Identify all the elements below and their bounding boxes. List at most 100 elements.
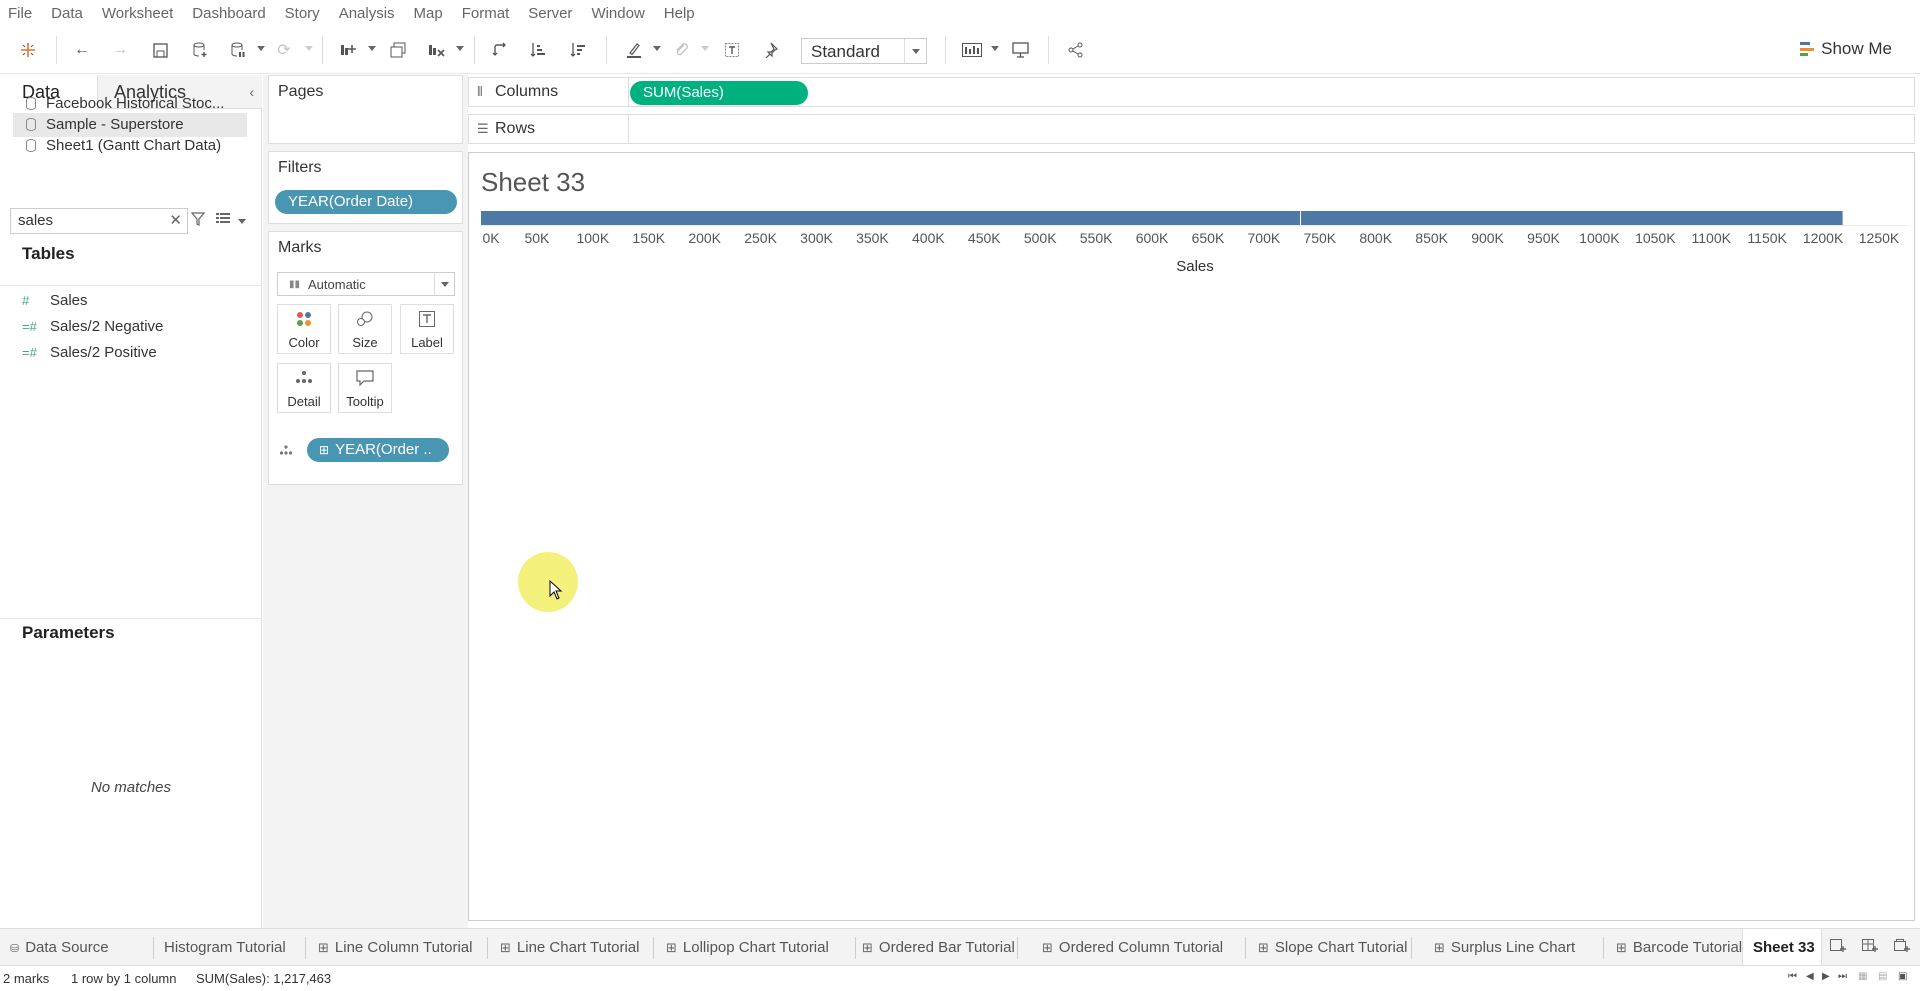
sheet-tab[interactable]: Histogram Tutorial [158, 929, 306, 966]
tooltip-button[interactable]: Tooltip [338, 363, 392, 413]
x-axis-title[interactable]: Sales [1176, 258, 1214, 275]
columns-pill[interactable]: SUM(Sales) [630, 81, 808, 105]
field-item[interactable]: =# Sales/2 Negative [22, 318, 163, 335]
worksheet-icon: ⊞ [1042, 940, 1053, 955]
undo-icon[interactable]: ← [70, 38, 94, 62]
list-view-icon[interactable]: ▤ [1878, 971, 1887, 982]
pages-card-title: Pages [278, 83, 324, 100]
filmstrip-view-icon[interactable]: ▣ [1898, 971, 1907, 982]
label-button[interactable]: Label [400, 304, 454, 354]
tableau-logo-icon[interactable] [16, 38, 40, 62]
sheet-tab-label: Ordered Column Tutorial [1058, 939, 1224, 956]
sheet-tab[interactable]: ⛁ Data Source [4, 929, 154, 966]
field-search-input[interactable]: sales ✕ [10, 208, 188, 234]
sheet-tab[interactable]: ⊞ Barcode Tutorial [1610, 929, 1742, 966]
menu-data[interactable]: Data [43, 5, 94, 22]
field-item[interactable]: =# Sales/2 Positive [22, 344, 157, 361]
pages-card[interactable]: Pages [268, 75, 463, 144]
new-dashboard-tab-icon[interactable] [1862, 939, 1878, 956]
fit-select[interactable]: Standard [801, 38, 927, 64]
menu-map[interactable]: Map [406, 5, 454, 22]
sheet-tab[interactable]: Sheet 33 [1742, 929, 1822, 966]
menu-analysis[interactable]: Analysis [331, 5, 406, 22]
sheet-tab[interactable]: ⊞ Ordered Column Tutorial [1036, 929, 1246, 966]
filter-pill[interactable]: YEAR(Order Date) [275, 190, 457, 214]
presentation-mode-icon[interactable] [1008, 38, 1032, 62]
filter-fields-icon[interactable] [190, 212, 206, 229]
sheet-tab[interactable]: ⊞ Line Chart Tutorial [494, 929, 654, 966]
data-source-label: Sheet1 (Gantt Chart Data) [46, 137, 222, 154]
mark-type-select[interactable]: ▮▮ Automatic [277, 272, 455, 296]
show-me-button[interactable]: Show Me [1800, 39, 1892, 59]
filters-card[interactable]: Filters YEAR(Order Date) [268, 151, 463, 224]
detail-label: Detail [287, 394, 321, 409]
save-icon[interactable] [148, 38, 172, 62]
duplicate-sheet-icon[interactable] [386, 38, 410, 62]
highlight-icon[interactable] [622, 38, 646, 62]
label-label: Label [411, 335, 443, 350]
show-mark-labels-icon[interactable] [720, 38, 744, 62]
marks-card-title: Marks [278, 239, 322, 256]
bar-segment[interactable] [481, 211, 1301, 225]
last-page-icon[interactable]: ⏭ [1838, 971, 1847, 982]
detail-icon [278, 370, 330, 388]
pause-updates-icon[interactable] [226, 38, 250, 62]
rows-icon: ☰ [477, 121, 489, 136]
grid-view-icon[interactable]: ▦ [1858, 971, 1867, 982]
menu-story[interactable]: Story [277, 5, 331, 22]
menu-server[interactable]: Server [520, 5, 583, 22]
data-source-item[interactable]: Sheet1 (Gantt Chart Data) [13, 134, 247, 158]
viz-area[interactable]: 0K 50K 100K 150K 200K 250K 300K 350K 400K 450K 500… [468, 152, 1915, 921]
menu-file[interactable]: File [0, 5, 43, 22]
refresh-icon[interactable]: ⟳ [272, 38, 296, 62]
sheet-tab[interactable]: ⊞ Ordered Bar Tutorial [856, 929, 1018, 966]
mouse-cursor-icon [549, 580, 563, 600]
clear-sheet-icon[interactable] [424, 38, 448, 62]
menu-window[interactable]: Window [583, 5, 655, 22]
view-fields-icon[interactable] [216, 212, 230, 227]
menu-dashboard[interactable]: Dashboard [184, 5, 276, 22]
detail-button[interactable]: Detail [277, 363, 331, 413]
chevron-down-icon[interactable] [238, 219, 246, 224]
sheet-tab[interactable]: ⊞ Slope Chart Tutorial [1252, 929, 1412, 966]
menu-help[interactable]: Help [656, 5, 706, 22]
field-search-value: sales [18, 212, 54, 229]
tooltip-icon [339, 370, 391, 390]
group-members-icon[interactable] [670, 38, 694, 62]
show-me-icon [1800, 42, 1815, 56]
redo-icon[interactable]: → [108, 38, 132, 62]
sort-descending-icon[interactable] [566, 38, 590, 62]
menu-bar: File Data Worksheet Dashboard Story Analysis M… [0, 0, 1920, 26]
next-page-icon[interactable]: ▶ [1822, 971, 1830, 982]
sort-ascending-icon[interactable] [526, 38, 550, 62]
rows-shelf[interactable]: ☰ Rows [468, 114, 1915, 144]
first-page-icon[interactable]: ⏮ [1788, 971, 1797, 982]
new-story-tab-icon[interactable] [1894, 939, 1910, 956]
fix-axes-pin-icon[interactable] [758, 38, 782, 62]
new-worksheet-tab-icon[interactable] [1830, 939, 1846, 956]
clear-search-icon[interactable]: ✕ [169, 211, 182, 229]
new-worksheet-icon[interactable] [336, 38, 360, 62]
marks-detail-pill[interactable]: ⊞ YEAR(Order .. [307, 438, 449, 462]
x-tick-label: 1000K [1579, 230, 1620, 246]
field-item[interactable]: # Sales [22, 292, 88, 309]
menu-worksheet[interactable]: Worksheet [94, 5, 184, 22]
sheet-tab[interactable]: ⊞ Line Column Tutorial [312, 929, 488, 966]
show-me-label: Show Me [1821, 39, 1892, 58]
new-data-source-icon[interactable] [188, 38, 212, 62]
prev-page-icon[interactable]: ◀ [1806, 971, 1814, 982]
columns-shelf[interactable]: ⦀ Columns SUM(Sales) [468, 77, 1915, 107]
sheet-tab[interactable]: ⊞ Surplus Line Chart [1428, 929, 1604, 966]
share-icon[interactable] [1064, 38, 1088, 62]
sheet-tab[interactable]: ⊞ Lollipop Chart Tutorial [660, 929, 856, 966]
collapse-pane-icon[interactable]: ‹ [249, 84, 254, 100]
color-button[interactable]: Color [277, 304, 331, 354]
size-button[interactable]: Size [338, 304, 392, 354]
menu-format[interactable]: Format [454, 5, 521, 22]
show-cards-icon[interactable] [960, 38, 984, 62]
columns-label-text: Columns [495, 83, 559, 100]
swap-rows-columns-icon[interactable] [488, 38, 512, 62]
bar-segment[interactable] [1301, 211, 1843, 225]
sheet-tab-label: Line Chart Tutorial [516, 939, 640, 956]
sheet-title[interactable]: Sheet 33 [481, 167, 585, 198]
